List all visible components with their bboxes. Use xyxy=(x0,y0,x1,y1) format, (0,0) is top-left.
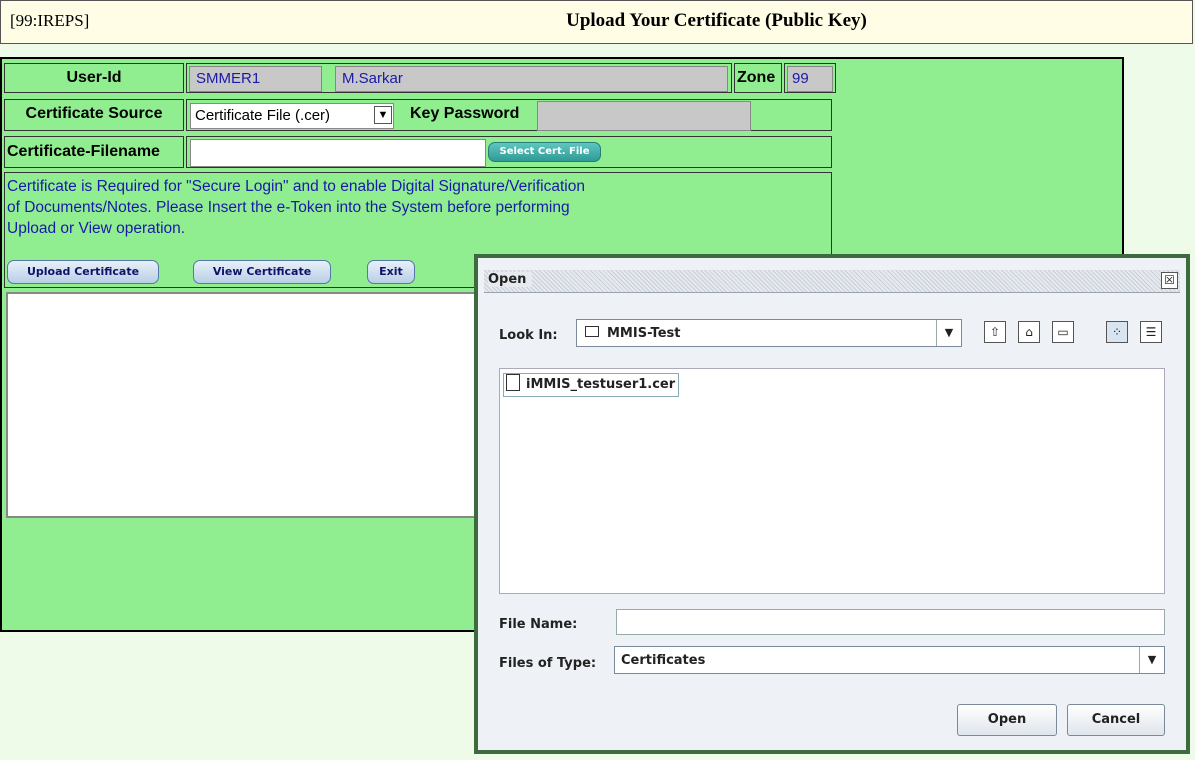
titlebar-grip: Open ☒ xyxy=(484,270,1180,293)
up-folder-icon[interactable]: ⇧ xyxy=(984,321,1006,343)
cert-source-value: Certificate File (.cer) xyxy=(195,107,331,124)
chevron-down-icon[interactable]: ▼ xyxy=(374,106,392,124)
folder-icon xyxy=(585,326,599,337)
page-header: [99:IREPS] Upload Your Certificate (Publ… xyxy=(0,0,1193,44)
files-of-type-combo[interactable]: Certificates ▼ xyxy=(614,646,1165,674)
select-cert-file-button[interactable]: Select Cert. File xyxy=(488,142,601,162)
cert-filename-label: Certificate-Filename xyxy=(4,136,184,168)
look-in-combo[interactable]: MMIS-Test ▼ xyxy=(576,319,962,347)
file-name-label: File Name: xyxy=(499,617,578,632)
zone-cell: 99 xyxy=(784,63,836,93)
look-in-label: Look In: xyxy=(499,328,558,343)
file-list[interactable]: iMMIS_testuser1.cer xyxy=(499,368,1165,594)
info-line: of Documents/Notes. Please Insert the e-… xyxy=(7,199,570,216)
file-icon xyxy=(506,374,520,391)
dialog-titlebar[interactable]: Open ☒ xyxy=(478,258,1186,302)
file-name-input[interactable] xyxy=(616,609,1165,635)
page-title: Upload Your Certificate (Public Key) xyxy=(566,10,867,31)
look-in-value: MMIS-Test xyxy=(607,326,681,341)
info-line: Upload or View operation. xyxy=(7,220,186,237)
view-certificate-button[interactable]: View Certificate xyxy=(193,260,331,284)
key-password-label: Key Password xyxy=(410,105,520,122)
chevron-down-icon[interactable]: ▼ xyxy=(936,320,961,346)
new-folder-icon[interactable]: ▭ xyxy=(1052,321,1074,343)
files-of-type-label: Files of Type: xyxy=(499,656,597,671)
key-password-field[interactable] xyxy=(537,101,751,131)
file-item-label: iMMIS_testuser1.cer xyxy=(526,377,676,392)
userid-field: SMMER1 xyxy=(189,66,322,92)
output-textarea[interactable] xyxy=(6,292,476,518)
userid-label: User-Id xyxy=(4,63,184,93)
zone-label: Zone xyxy=(734,63,782,93)
files-of-type-value: Certificates xyxy=(621,653,706,668)
cert-source-select[interactable]: Certificate File (.cer) ▼ xyxy=(190,103,394,129)
zone-field: 99 xyxy=(787,66,833,92)
upload-certificate-button[interactable]: Upload Certificate xyxy=(7,260,159,284)
cert-filename-cell: Select Cert. File xyxy=(186,136,832,168)
open-button[interactable]: Open xyxy=(957,704,1057,736)
info-text: Certificate is Required for "Secure Logi… xyxy=(7,176,667,239)
chevron-down-icon[interactable]: ▼ xyxy=(1139,647,1164,673)
file-item[interactable]: iMMIS_testuser1.cer xyxy=(503,373,680,397)
list-view-icon[interactable]: ⁘ xyxy=(1106,321,1128,343)
close-icon[interactable]: ☒ xyxy=(1161,272,1178,289)
cert-source-cell: Certificate File (.cer) ▼ Key Password xyxy=(186,99,832,131)
cancel-button[interactable]: Cancel xyxy=(1067,704,1165,736)
cert-filename-input[interactable] xyxy=(190,139,486,167)
open-dialog: Open ☒ Look In: MMIS-Test ▼ ⇧ ⌂ ▭ ⁘ ☰ iM… xyxy=(474,254,1190,754)
details-view-icon[interactable]: ☰ xyxy=(1140,321,1162,343)
userid-cell: SMMER1 M.Sarkar xyxy=(186,63,732,93)
dialog-title: Open xyxy=(488,272,533,287)
exit-button[interactable]: Exit xyxy=(367,260,415,284)
cert-source-label: Certificate Source xyxy=(4,99,184,131)
username-field: M.Sarkar xyxy=(335,66,728,92)
home-icon[interactable]: ⌂ xyxy=(1018,321,1040,343)
info-line: Certificate is Required for "Secure Logi… xyxy=(7,178,585,195)
